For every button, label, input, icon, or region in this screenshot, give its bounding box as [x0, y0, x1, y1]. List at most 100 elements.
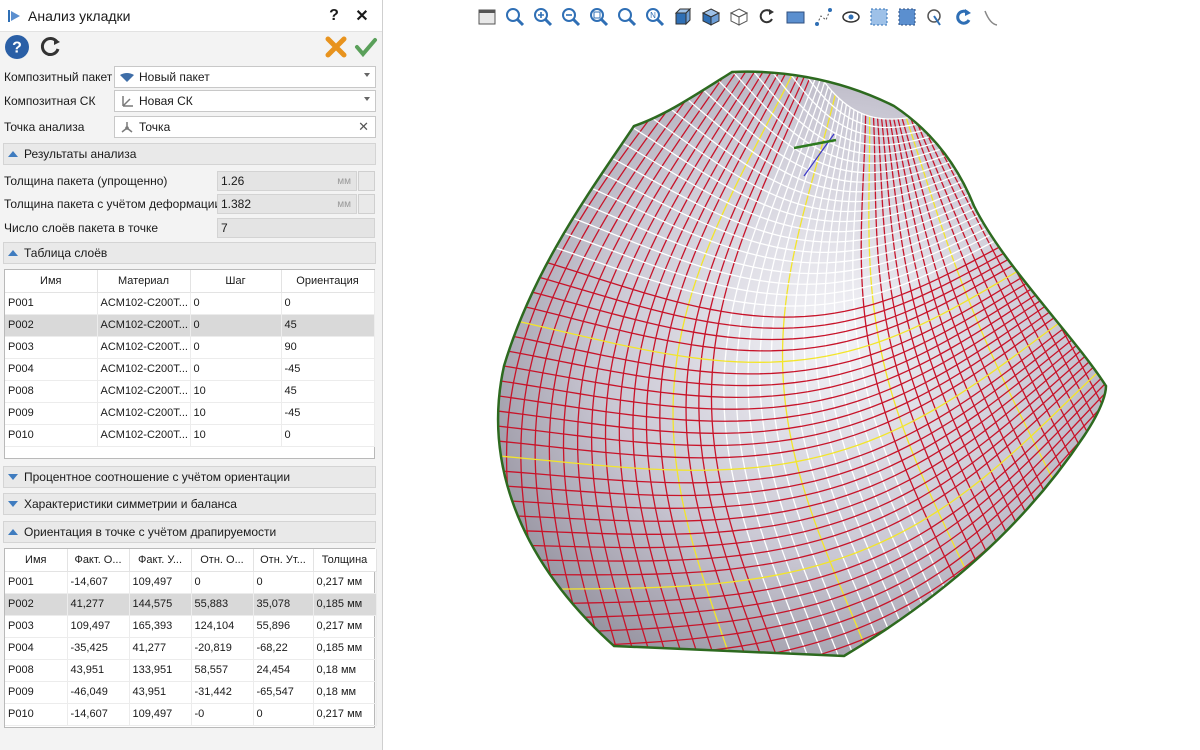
- orientation-ratio-label: Процентное соотношение с учётом ориентац…: [24, 470, 291, 484]
- expand-icon: [8, 474, 18, 480]
- table-row[interactable]: P009 -46,049 43,951 -31,442 -65,547 0,18 мм: [5, 681, 377, 704]
- calculator-icon[interactable]: [358, 171, 375, 191]
- table-cell: P003: [5, 615, 68, 638]
- thickness-simple-field[interactable]: 1.26 мм: [217, 171, 357, 191]
- zoom-window-icon[interactable]: [585, 5, 613, 29]
- symmetry-label: Характеристики симметрии и баланса: [24, 497, 237, 511]
- table-cell: 0,185 мм: [313, 637, 377, 660]
- drape-col-header[interactable]: Факт. У...: [129, 549, 192, 572]
- zoom-previous-icon[interactable]: [613, 5, 641, 29]
- window-icon[interactable]: [473, 5, 501, 29]
- table-row[interactable]: P008 ACM102-C200T... 10 45: [5, 380, 375, 403]
- table-cell: ACM102-C200T...: [97, 336, 191, 359]
- view-front-icon[interactable]: [669, 5, 697, 29]
- table-cell: P002: [5, 593, 68, 616]
- table-cell: 0: [190, 314, 282, 337]
- thickness-def-field[interactable]: 1.382 мм: [217, 194, 357, 214]
- table-row[interactable]: P003 ACM102-C200T... 0 90: [5, 336, 375, 359]
- cancel-button[interactable]: [324, 35, 348, 59]
- thickness-def-value: 1.382: [221, 197, 252, 211]
- calculator-icon[interactable]: [358, 194, 375, 214]
- rotate-menu-icon[interactable]: [753, 5, 781, 29]
- composite-pack-label: Композитный пакет: [4, 70, 113, 84]
- select-all-icon[interactable]: [893, 5, 921, 29]
- results-section-header[interactable]: Результаты анализа: [3, 143, 376, 165]
- zoom-out-icon[interactable]: [557, 5, 585, 29]
- table-row[interactable]: P004 ACM102-C200T... 0 -45: [5, 358, 375, 381]
- table-row[interactable]: P008 43,951 133,951 58,557 24,454 0,18 мм: [5, 659, 377, 682]
- view-wire-icon[interactable]: [725, 5, 753, 29]
- drape-col-header[interactable]: Факт. О...: [67, 549, 130, 572]
- app-root: Анализ укладки ? ✕ ? Композитный пакет Н…: [0, 0, 1200, 750]
- symmetry-section-header[interactable]: Характеристики симметрии и баланса: [3, 493, 376, 515]
- drape-surface-render[interactable]: [384, 36, 1200, 750]
- layers-col-header[interactable]: Имя: [5, 270, 98, 293]
- select-box-icon[interactable]: [865, 5, 893, 29]
- drape-col-header[interactable]: Отн. Ут...: [253, 549, 314, 572]
- zoom-in-icon[interactable]: [529, 5, 557, 29]
- table-cell: 133,951: [129, 659, 192, 682]
- table-cell: 10: [190, 424, 282, 447]
- table-row[interactable]: P004 -35,425 41,277 -20,819 -68,22 0,185 мм: [5, 637, 377, 660]
- drape-orientation-section-header[interactable]: Ориентация в точке с учётом драпируемост…: [3, 521, 376, 543]
- clear-icon[interactable]: ✕: [358, 119, 369, 135]
- table-cell: P008: [5, 380, 98, 403]
- table-cell: P001: [5, 292, 98, 315]
- layers-table-section-label: Таблица слоёв: [24, 246, 108, 260]
- table-row[interactable]: P010 ACM102-C200T... 10 0: [5, 424, 375, 447]
- plane-icon[interactable]: [781, 5, 809, 29]
- table-cell: P009: [5, 681, 68, 704]
- table-cell: 0: [190, 358, 282, 381]
- table-cell: P004: [5, 637, 68, 660]
- chevron-down-icon: [364, 73, 370, 77]
- layup-analysis-panel: Анализ укладки ? ✕ ? Композитный пакет Н…: [0, 0, 383, 750]
- layers-col-header[interactable]: Шаг: [190, 270, 282, 293]
- composite-pack-select[interactable]: Новый пакет: [114, 66, 376, 88]
- orientation-ratio-section-header[interactable]: Процентное соотношение с учётом ориентац…: [3, 466, 376, 488]
- table-row[interactable]: P003 109,497 165,393 124,104 55,896 0,217 мм: [5, 615, 377, 638]
- view-iso-icon[interactable]: [697, 5, 725, 29]
- table-row[interactable]: P002 ACM102-C200T... 0 45: [5, 314, 375, 337]
- drape-col-header[interactable]: Имя: [5, 549, 68, 572]
- composite-cs-select[interactable]: Новая СК: [114, 90, 376, 112]
- curve-icon[interactable]: [977, 5, 1005, 29]
- table-cell: 41,277: [67, 593, 130, 616]
- table-row[interactable]: P001 -14,607 109,497 0 0 0,217 мм: [5, 571, 377, 594]
- table-row[interactable]: P001 ACM102-C200T... 0 0: [5, 292, 375, 315]
- drape-col-header[interactable]: Отн. О...: [191, 549, 254, 572]
- table-cell: 0,217 мм: [313, 571, 377, 594]
- help-circle-icon[interactable]: ?: [4, 34, 30, 60]
- 3d-viewport[interactable]: [384, 36, 1200, 750]
- table-row[interactable]: P010 -14,607 109,497 -0 0 0,217 мм: [5, 703, 377, 726]
- table-cell: 0,217 мм: [313, 615, 377, 638]
- svg-text:N: N: [650, 11, 656, 20]
- refresh-icon[interactable]: [38, 34, 64, 60]
- composite-cs-label: Композитная СК: [4, 94, 96, 108]
- close-button[interactable]: ✕: [348, 6, 376, 26]
- layers-table: Имя Материал Шаг Ориентация P001 ACM102-C200…: [4, 269, 375, 459]
- visibility-icon[interactable]: [837, 5, 865, 29]
- layers-table-section-header[interactable]: Таблица слоёв: [3, 242, 376, 264]
- table-cell: ACM102-C200T...: [97, 380, 191, 403]
- table-cell: 109,497: [129, 571, 192, 594]
- layup-analysis-icon: [8, 9, 20, 22]
- normal-view-icon[interactable]: N: [641, 5, 669, 29]
- table-row[interactable]: P002 41,277 144,575 55,883 35,078 0,185 мм: [5, 593, 377, 616]
- checkmark-icon: [355, 38, 377, 58]
- layers-col-header[interactable]: Материал: [97, 270, 191, 293]
- layers-col-header[interactable]: Ориентация: [281, 270, 375, 293]
- ok-button[interactable]: [354, 35, 378, 59]
- table-row[interactable]: P009 ACM102-C200T... 10 -45: [5, 402, 375, 425]
- drape-col-header[interactable]: Толщина: [313, 549, 377, 572]
- points-icon[interactable]: [809, 5, 837, 29]
- composite-cs-value: Новая СК: [139, 94, 193, 108]
- analysis-point-input[interactable]: Точка ✕: [114, 116, 376, 138]
- pick-icon[interactable]: [921, 5, 949, 29]
- table-cell: 0,18 мм: [313, 659, 377, 682]
- zoom-fit-icon[interactable]: [501, 5, 529, 29]
- help-button[interactable]: ?: [320, 7, 348, 25]
- table-cell: 24,454: [253, 659, 314, 682]
- table-cell: 0: [281, 424, 375, 447]
- refresh-icon[interactable]: [949, 5, 977, 29]
- layers-count-field[interactable]: 7: [217, 218, 375, 238]
